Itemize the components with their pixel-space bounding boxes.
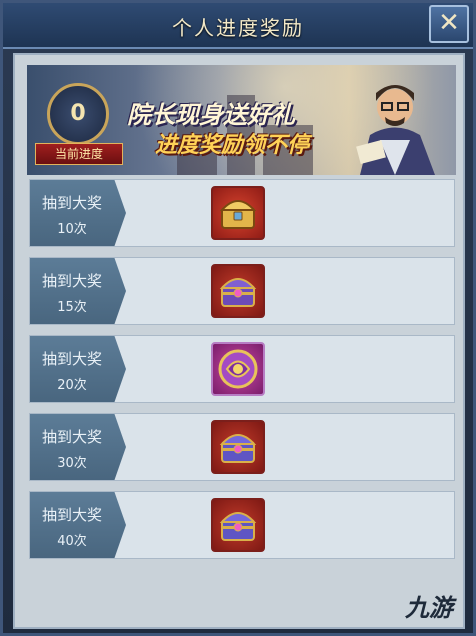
progress-count: 0 bbox=[47, 83, 109, 145]
row-count: 40次 bbox=[57, 534, 87, 549]
magenta-orb-chest-icon[interactable] bbox=[211, 342, 265, 396]
reward-row: 抽到大奖 30次 bbox=[29, 413, 455, 481]
reward-row: 抽到大奖 20次 bbox=[29, 335, 455, 403]
gold-chest-icon[interactable] bbox=[211, 186, 265, 240]
row-title: 抽到大奖 bbox=[41, 506, 102, 524]
promo-banner: 0 当前进度 院长现身送好礼 进度奖励领不停 bbox=[27, 65, 456, 175]
title-bar: 个人进度奖励 ✕ bbox=[3, 3, 473, 49]
row-count: 20次 bbox=[57, 378, 87, 393]
reward-window: 个人进度奖励 ✕ 0 当前进度 院长现身送好礼 进度奖励领不停 抽到大奖 10次… bbox=[0, 0, 476, 636]
row-label: 抽到大奖 10次 bbox=[30, 180, 126, 246]
row-label: 抽到大奖 30次 bbox=[30, 414, 126, 480]
row-count: 30次 bbox=[57, 456, 87, 471]
row-title: 抽到大奖 bbox=[41, 194, 102, 212]
row-label: 抽到大奖 40次 bbox=[30, 492, 126, 558]
purple-chest-icon[interactable] bbox=[211, 264, 265, 318]
row-label: 抽到大奖 15次 bbox=[30, 258, 126, 324]
banner-subheadline: 进度奖励领不停 bbox=[155, 133, 310, 158]
row-count: 15次 bbox=[57, 300, 87, 315]
row-title: 抽到大奖 bbox=[41, 428, 102, 446]
site-watermark: 九游 bbox=[405, 594, 453, 622]
window-title: 个人进度奖励 bbox=[172, 16, 304, 40]
purple-chest-icon[interactable] bbox=[211, 420, 265, 474]
headmaster-character-image bbox=[356, 85, 435, 175]
row-title: 抽到大奖 bbox=[41, 272, 102, 290]
row-label: 抽到大奖 20次 bbox=[30, 336, 126, 402]
progress-label: 当前进度 bbox=[35, 143, 123, 165]
banner-headline: 院长现身送好礼 bbox=[127, 101, 295, 129]
reward-row: 抽到大奖 15次 bbox=[29, 257, 455, 325]
row-count: 10次 bbox=[57, 222, 87, 237]
reward-row: 抽到大奖 40次 bbox=[29, 491, 455, 559]
close-button[interactable]: ✕ bbox=[429, 5, 469, 43]
reward-panel: 0 当前进度 院长现身送好礼 进度奖励领不停 抽到大奖 10次 抽到大奖 15次… bbox=[13, 53, 465, 629]
purple-chest-icon[interactable] bbox=[211, 498, 265, 552]
row-title: 抽到大奖 bbox=[41, 350, 102, 368]
reward-row: 抽到大奖 10次 bbox=[29, 179, 455, 247]
